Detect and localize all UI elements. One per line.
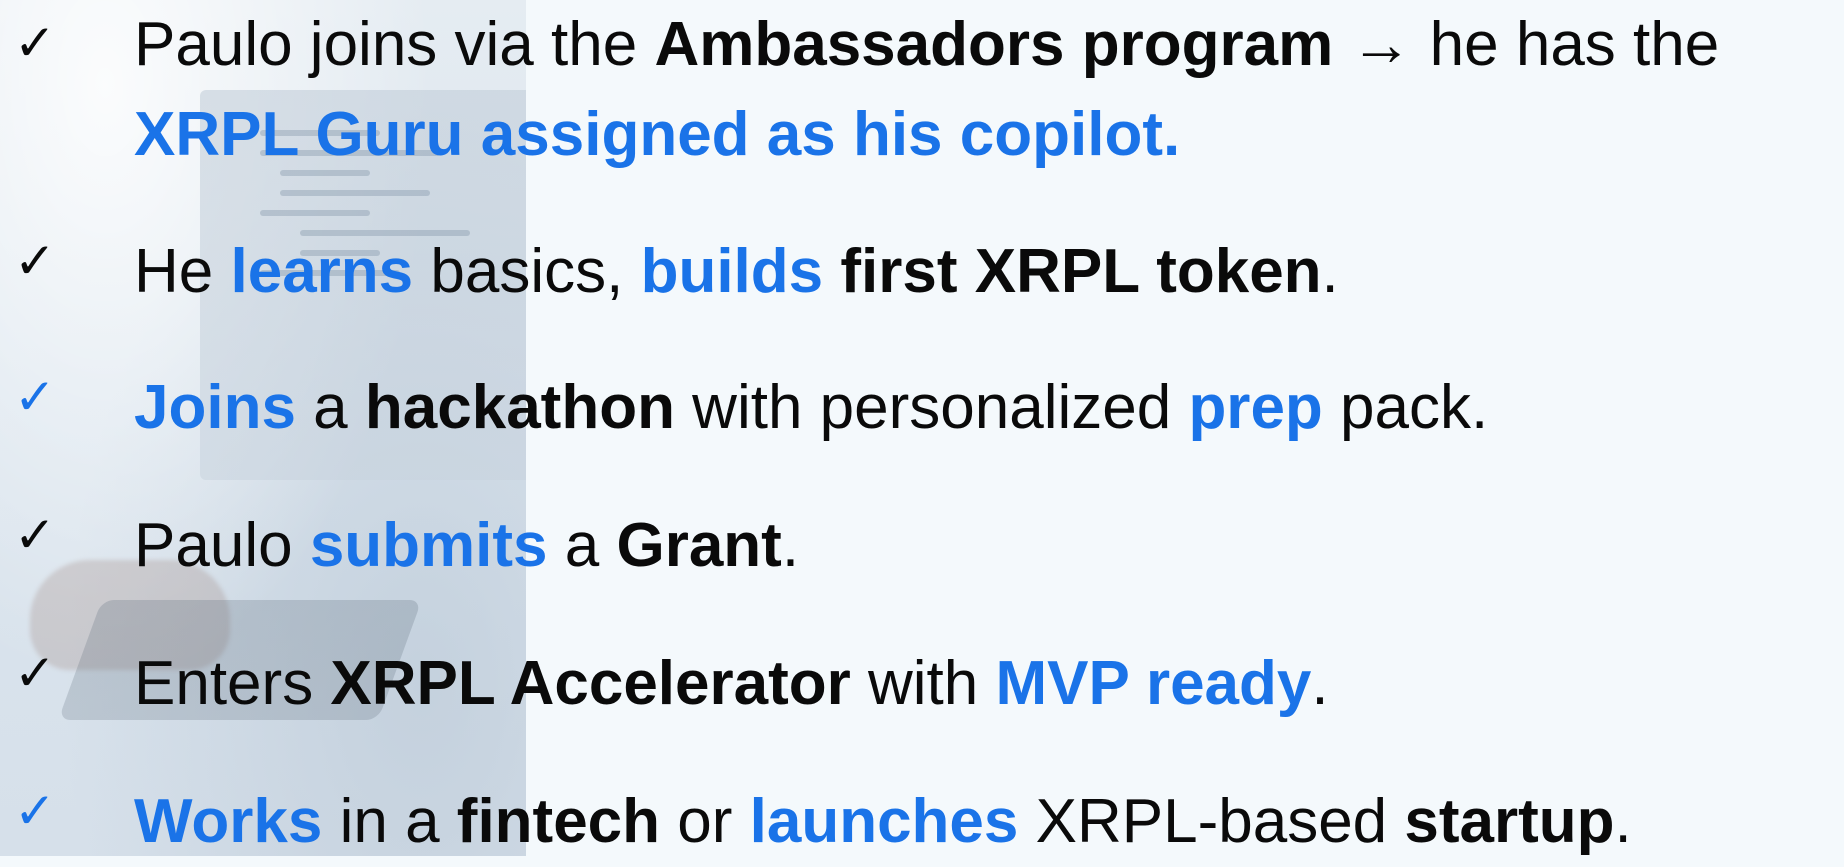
text-segment: submits [309, 511, 548, 580]
text-segment: Grant [616, 511, 782, 580]
checklist: ✓ Paulo joins via the Ambassadors progra… [0, 0, 1844, 856]
checkmark-icon: ✓ [14, 644, 56, 702]
text-segment: prep [1188, 373, 1323, 442]
checklist-item-text: Enters XRPL Accelerator with MVP ready. [134, 639, 1834, 729]
text-segment: hackathon [364, 373, 675, 442]
checklist-item-text: Works in a fintech or launches XRPL-base… [134, 777, 1834, 867]
text-segment: . [1311, 649, 1329, 718]
text-segment: Enters [134, 649, 331, 718]
checklist-item-text-line2: XRPL Guru assigned as his copilot. [134, 90, 1834, 180]
checkmark-icon: ✓ [14, 506, 56, 564]
checklist-item-text: Paulo joins via the Ambassadors program … [134, 0, 1834, 90]
text-segment: with [850, 649, 996, 718]
text-segment: . [781, 511, 800, 580]
text-segment: Joins [134, 373, 296, 442]
text-segment: learns [230, 237, 414, 306]
text-segment: XRPL Accelerator [330, 649, 851, 718]
text-segment: a [547, 511, 617, 580]
text-segment: fintech [456, 787, 661, 856]
checkmark-icon: ✓ [14, 782, 56, 840]
checklist-item-text: Paulo submits a Grant. [134, 501, 1834, 591]
text-segment: Paulo joins via the [134, 10, 655, 79]
checkmark-icon: ✓ [14, 14, 56, 72]
text-segment: Ambassadors program [654, 10, 1334, 79]
text-segment: first XRPL token [840, 237, 1322, 306]
checklist-item-text: Joins a hackathon with personalized prep… [134, 363, 1834, 453]
text-segment: a [295, 373, 365, 442]
checkmark-icon: ✓ [14, 232, 56, 290]
text-segment: XRPL Guru assigned as his copilot. [134, 100, 1181, 169]
text-segment: XRPL-based [1018, 787, 1405, 856]
text-segment: MVP ready [995, 649, 1312, 718]
text-segment: with personalized [674, 373, 1189, 442]
text-segment: . [1321, 237, 1339, 306]
text-segment: basics, [413, 237, 641, 306]
text-segment: launches [749, 787, 1019, 856]
text-segment: builds [640, 237, 824, 306]
text-segment: Paulo [134, 511, 310, 580]
text-segment: pack. [1322, 373, 1489, 442]
text-segment: in a [322, 787, 457, 856]
text-segment: He [134, 237, 231, 306]
checkmark-icon: ✓ [14, 368, 56, 426]
checklist-item-text: He learns basics, builds first XRPL toke… [134, 227, 1834, 317]
text-segment: . [1614, 787, 1632, 856]
text-segment [823, 237, 840, 306]
text-segment: startup [1404, 787, 1615, 856]
text-segment: → he has the [1333, 10, 1720, 79]
text-segment: Works [134, 787, 323, 856]
text-segment: or [660, 787, 750, 856]
